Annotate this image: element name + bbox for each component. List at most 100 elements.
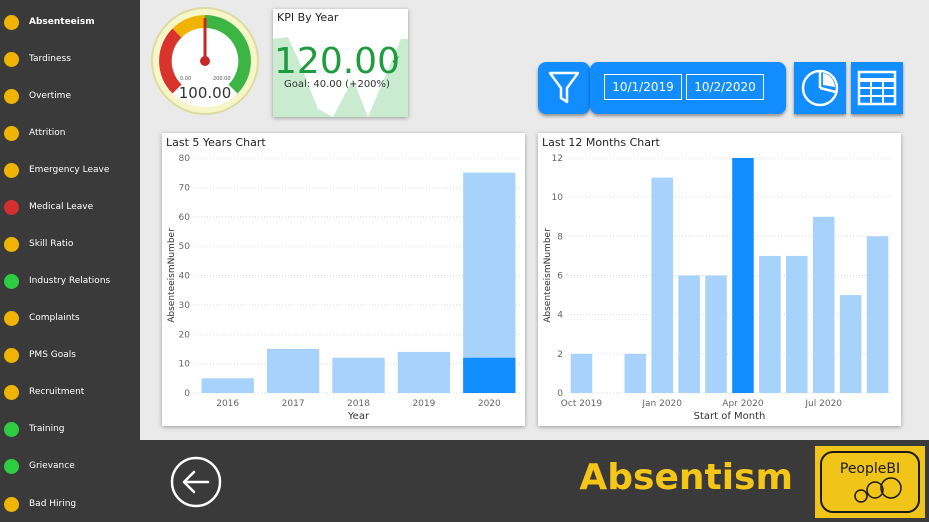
y-tick-label: 0	[184, 389, 190, 399]
x-axis-label: Start of Month	[694, 411, 766, 422]
pie-chart-button[interactable]	[794, 62, 846, 114]
sidebar-item-industry-relations[interactable]: Industry Relations	[0, 266, 140, 296]
bar	[732, 158, 754, 393]
sidebar-item-medical-leave[interactable]: Medical Leave	[0, 192, 140, 222]
y-tick-label: 70	[179, 183, 191, 193]
x-tick-label: 2018	[347, 399, 370, 409]
sidebar-item-tardiness[interactable]: Tardiness	[0, 44, 140, 74]
x-tick-label: 2020	[478, 399, 501, 409]
table-icon	[857, 70, 897, 106]
sidebar-item-overtime[interactable]: Overtime	[0, 81, 140, 111]
gauge-min-label: 0.00	[180, 76, 191, 82]
sidebar-item-label: Industry Relations	[29, 276, 111, 286]
x-tick-label: Jul 2020	[804, 399, 842, 409]
y-tick-label: 0	[557, 389, 563, 399]
sidebar-item-label: Emergency Leave	[29, 165, 110, 175]
y-tick-label: 8	[557, 232, 563, 242]
bar	[397, 351, 451, 393]
y-tick-label: 10	[552, 193, 564, 203]
status-dot	[4, 88, 19, 104]
last-5-years-chart: Last 5 Years Chart 0 10 20 30 40 50 60 70 80 Abse…	[162, 133, 525, 426]
logo-icon: PeopleBI	[820, 451, 920, 513]
y-tick-label: 12	[552, 154, 563, 164]
sidebar-item-training[interactable]: Training	[0, 414, 140, 444]
y-tick-label: 2	[557, 350, 563, 360]
y-tick-label: 4	[557, 311, 563, 321]
status-dot	[4, 496, 19, 512]
sidebar-item-label: Tardiness	[29, 54, 71, 64]
gauge-hub	[200, 56, 210, 66]
sidebar-item-recruitment[interactable]: Recruitment	[0, 377, 140, 407]
bar	[866, 236, 889, 393]
status-dot	[4, 273, 19, 289]
status-dot	[4, 347, 19, 363]
x-tick-label: Jan 2020	[641, 399, 682, 409]
gauge: 0.00 200.00 100.00	[151, 7, 259, 115]
sidebar-item-label: Overtime	[29, 91, 71, 101]
bar	[705, 275, 727, 393]
pie-chart-icon	[801, 69, 839, 107]
sidebar-item-label: PMS Goals	[29, 350, 76, 360]
sidebar-item-label: Recruitment	[29, 387, 85, 397]
status-dot	[4, 199, 19, 215]
y-tick-label: 80	[179, 154, 191, 164]
sidebar-item-absenteeism[interactable]: Absenteeism	[0, 7, 140, 37]
status-dot	[4, 236, 19, 252]
gauge-max-label: 200.00	[213, 76, 231, 82]
y-axis-label: AbsenteeismNumber	[543, 228, 553, 323]
y-tick-label: 20	[179, 330, 191, 340]
sidebar-item-label: Grievance	[29, 461, 75, 471]
sidebar-item-label: Absenteeism	[29, 17, 95, 27]
kpi-title: KPI By Year	[277, 11, 339, 24]
sidebar-item-label: Training	[29, 424, 65, 434]
status-dot	[4, 310, 19, 326]
last-12-months-chart-plot: 0 2 4 6 8 10 12 AbsenteeismNumber Oct 2019 Jan 20…	[543, 154, 891, 422]
filter-icon	[548, 71, 580, 104]
x-tick-label: Oct 2019	[561, 399, 603, 409]
page-title: Absentism	[579, 457, 793, 498]
bar	[266, 348, 320, 393]
filter-button[interactable]	[538, 62, 590, 114]
sidebar-item-complaints[interactable]: Complaints	[0, 303, 140, 333]
status-dot	[4, 458, 19, 474]
status-dot	[4, 14, 19, 30]
last-5-years-chart-plot: 0 10 20 30 40 50 60 70 80 AbsenteeismNumber 2016 20…	[167, 154, 522, 422]
status-dot	[4, 384, 19, 400]
kpi-card[interactable]: KPI By Year 120.00 ✓ Goal: 40.00 (+200%)	[273, 9, 408, 117]
sidebar: Absenteeism Tardiness Overtime Attrition…	[0, 0, 140, 522]
date-range-slicer: 10/1/2019 10/2/2020	[590, 62, 786, 114]
end-date-input[interactable]: 10/2/2020	[686, 74, 764, 100]
sidebar-item-pms-goals[interactable]: PMS Goals	[0, 340, 140, 370]
y-tick-label: 60	[179, 213, 191, 223]
y-tick-label: 50	[179, 242, 191, 252]
sidebar-item-grievance[interactable]: Grievance	[0, 451, 140, 481]
sidebar-item-bad-hiring[interactable]: Bad Hiring	[0, 489, 140, 519]
back-button[interactable]	[170, 456, 222, 508]
bar	[570, 353, 593, 393]
sidebar-item-skill-ratio[interactable]: Skill Ratio	[0, 229, 140, 259]
x-tick-label: 2017	[282, 399, 305, 409]
bar	[678, 275, 700, 393]
x-axis-label: Year	[347, 411, 370, 422]
bar	[759, 255, 781, 393]
start-date-input[interactable]: 10/1/2019	[604, 74, 682, 100]
bar	[201, 378, 254, 393]
bar	[786, 255, 808, 393]
x-tick-label: Apr 2020	[722, 399, 764, 409]
x-tick-label: 2016	[216, 399, 239, 409]
gauge-card: 0.00 200.00 100.00	[150, 6, 260, 116]
peoplebi-logo: PeopleBI	[815, 446, 925, 518]
y-tick-label: 6	[557, 272, 563, 282]
sidebar-item-emergency-leave[interactable]: Emergency Leave	[0, 155, 140, 185]
check-icon: ✓	[391, 53, 402, 67]
status-dot	[4, 421, 19, 437]
sidebar-item-label: Bad Hiring	[29, 499, 77, 509]
bar	[332, 357, 385, 393]
sidebar-item-label: Skill Ratio	[29, 239, 74, 249]
gauge-value: 100.00	[179, 84, 232, 102]
sidebar-item-attrition[interactable]: Attrition	[0, 118, 140, 148]
sidebar-item-label: Medical Leave	[29, 202, 94, 212]
table-button[interactable]	[851, 62, 903, 114]
logo-text: PeopleBI	[840, 461, 900, 477]
bar	[812, 216, 835, 393]
